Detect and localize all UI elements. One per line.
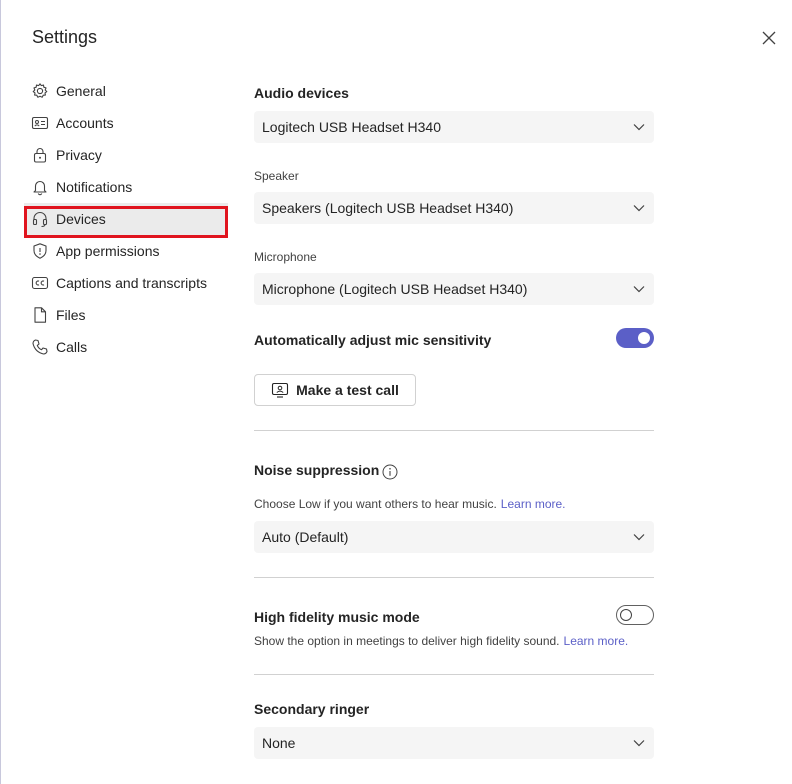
- noise-suppression-value: Auto (Default): [262, 529, 349, 545]
- cc-icon: [31, 274, 49, 292]
- auto-adjust-label: Automatically adjust mic sensitivity: [254, 332, 492, 348]
- file-icon: [31, 306, 49, 324]
- sidebar-item-label: Accounts: [56, 115, 114, 131]
- sidebar-item-label: Devices: [56, 211, 106, 227]
- bell-icon: [31, 178, 49, 196]
- toggle-knob: [638, 332, 650, 344]
- gear-icon: [31, 82, 49, 100]
- sidebar-item-privacy[interactable]: Privacy: [24, 139, 228, 171]
- close-icon: [762, 31, 776, 45]
- test-call-button[interactable]: Make a test call: [254, 374, 416, 406]
- sidebar-item-devices[interactable]: Devices: [24, 203, 228, 235]
- noise-suppression-dropdown[interactable]: Auto (Default): [254, 521, 654, 553]
- noise-description-text: Choose Low if you want others to hear mu…: [254, 497, 497, 511]
- chevron-down-icon: [632, 282, 646, 296]
- hifi-description: Show the option in meetings to deliver h…: [254, 634, 628, 648]
- info-icon[interactable]: [382, 464, 398, 480]
- sidebar-item-captions[interactable]: Captions and transcripts: [24, 267, 228, 299]
- speaker-label: Speaker: [254, 169, 299, 183]
- id-card-icon: [31, 114, 49, 132]
- sidebar-item-calls[interactable]: Calls: [24, 331, 228, 363]
- secondary-ringer-dropdown[interactable]: None: [254, 727, 654, 759]
- secondary-ringer-value: None: [262, 735, 296, 751]
- shield-icon: [31, 242, 49, 260]
- sidebar-item-label: App permissions: [56, 243, 160, 259]
- sidebar-item-label: Files: [56, 307, 86, 323]
- sidebar-item-label: Privacy: [56, 147, 102, 163]
- speaker-dropdown[interactable]: Speakers (Logitech USB Headset H340): [254, 192, 654, 224]
- noise-description: Choose Low if you want others to hear mu…: [254, 497, 566, 511]
- section-divider: [254, 577, 654, 578]
- secondary-ringer-title: Secondary ringer: [254, 701, 370, 717]
- speaker-value: Speakers (Logitech USB Headset H340): [262, 200, 514, 216]
- sidebar-item-notifications[interactable]: Notifications: [24, 171, 228, 203]
- window-left-edge: [0, 0, 1, 784]
- sidebar-item-app-permissions[interactable]: App permissions: [24, 235, 228, 267]
- phone-icon: [31, 338, 49, 356]
- hifi-learn-more-link[interactable]: Learn more.: [564, 634, 629, 648]
- section-divider: [254, 430, 654, 431]
- audio-devices-title: Audio devices: [254, 85, 349, 101]
- headset-icon: [31, 210, 49, 228]
- lock-icon: [31, 146, 49, 164]
- microphone-value: Microphone (Logitech USB Headset H340): [262, 281, 528, 297]
- hifi-title: High fidelity music mode: [254, 609, 420, 625]
- chevron-down-icon: [632, 736, 646, 750]
- hifi-description-text: Show the option in meetings to deliver h…: [254, 634, 560, 648]
- page-title: Settings: [32, 27, 98, 47]
- audio-device-value: Logitech USB Headset H340: [262, 119, 441, 135]
- chevron-down-icon: [632, 530, 646, 544]
- noise-learn-more-link[interactable]: Learn more.: [501, 497, 566, 511]
- section-divider: [254, 674, 654, 675]
- sidebar-item-files[interactable]: Files: [24, 299, 228, 331]
- sidebar-item-label: General: [56, 83, 106, 99]
- sidebar-item-label: Captions and transcripts: [56, 275, 207, 291]
- toggle-knob: [620, 609, 632, 621]
- chevron-down-icon: [632, 120, 646, 134]
- settings-nav: General Accounts Privacy Notifications D…: [24, 75, 228, 363]
- auto-adjust-toggle[interactable]: [616, 328, 654, 348]
- microphone-dropdown[interactable]: Microphone (Logitech USB Headset H340): [254, 273, 654, 305]
- hifi-toggle[interactable]: [616, 605, 654, 625]
- audio-device-dropdown[interactable]: Logitech USB Headset H340: [254, 111, 654, 143]
- sidebar-item-general[interactable]: General: [24, 75, 228, 107]
- noise-suppression-title: Noise suppression: [254, 462, 380, 478]
- close-button[interactable]: [756, 25, 782, 51]
- sidebar-item-label: Notifications: [56, 179, 133, 195]
- test-call-label: Make a test call: [296, 382, 399, 398]
- chevron-down-icon: [632, 201, 646, 215]
- test-call-icon: [271, 381, 289, 399]
- sidebar-item-label: Calls: [56, 339, 88, 355]
- microphone-label: Microphone: [254, 250, 317, 264]
- sidebar-item-accounts[interactable]: Accounts: [24, 107, 228, 139]
